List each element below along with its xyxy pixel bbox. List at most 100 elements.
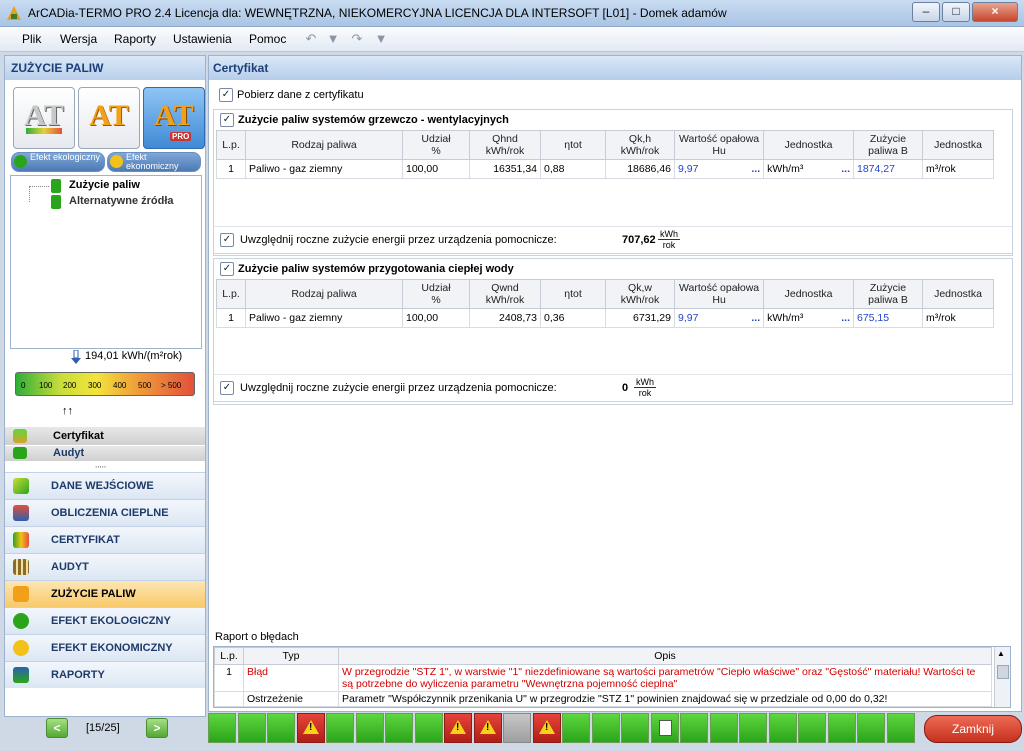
section-obliczenia-cieplne[interactable]: OBLICZENIA CIEPLNE [5,499,205,526]
module-button-2[interactable]: AT [78,87,140,149]
status-square[interactable] [739,713,767,743]
status-square[interactable] [710,713,738,743]
aux-heating-checkbox[interactable]: ✓ [220,233,234,247]
undo-dropdown-icon[interactable]: ▼ [326,32,340,46]
section-zuzycie-paliw[interactable]: ZUŻYCIE PALIW [5,580,205,607]
status-square[interactable] [238,713,266,743]
cell-jednostka-2: m³/rok [922,308,994,328]
undo-icon[interactable]: ↶ [304,32,318,46]
zamknij-button[interactable]: Zamknij [924,715,1022,743]
report-panel: L.p. Typ Opis 1 Błąd W przegrodzie "STZ … [213,646,1011,708]
section-audyt[interactable]: AUDYT [5,553,205,580]
redo-icon[interactable]: ↷ [350,32,364,46]
cell-rodzaj-paliwa[interactable]: Paliwo - gaz ziemny [245,308,403,328]
cell-wartosc-opalowa[interactable]: 9,97 [674,308,744,328]
section-certyfikat[interactable]: CERTYFIKAT [5,526,205,553]
module-button-pro[interactable]: AT PRO [143,87,205,149]
cell-zuzycie-paliwa[interactable]: 1874,27 [853,159,923,179]
fetch-certificate-checkbox[interactable]: ✓ [219,88,233,102]
status-square[interactable] [621,713,649,743]
prev-page-button[interactable]: < [46,718,68,738]
gauge-tick-200: 200 [63,381,77,390]
scroll-thumb[interactable] [997,665,1009,679]
section-raporty-label: RAPORTY [51,669,105,681]
fuel-tree: Zużycie paliw Alternatywne źródła [10,175,202,349]
gauge-tick-500: 500 [138,381,152,390]
section-efekt-ekologiczny[interactable]: EFEKT EKOLOGICZNY [5,607,205,634]
status-square[interactable] [592,713,620,743]
table-row[interactable]: 1 Błąd W przegrodzie "STZ 1", w warstwie… [214,664,992,692]
status-square[interactable] [267,713,295,743]
status-warning-square[interactable] [533,713,561,743]
cell-ntot: 0,88 [540,159,606,179]
status-square[interactable] [828,713,856,743]
section-certyfikat-small[interactable]: Certyfikat [5,427,205,445]
status-square[interactable] [798,713,826,743]
jednostka-picker-button[interactable]: ... [833,308,854,328]
maximize-button[interactable]: □ [942,2,970,22]
cell-jednostka-1: kWh/m³ [763,159,833,179]
status-warning-square[interactable] [474,713,502,743]
module-button-1[interactable]: AT [13,87,75,149]
status-square[interactable] [326,713,354,743]
cell-udzial[interactable]: 100,00 [402,159,470,179]
aux-hot-water-checkbox[interactable]: ✓ [220,381,234,395]
tree-item-alternatywne-zrodla[interactable]: Alternatywne źródła [69,195,174,207]
close-window-button[interactable]: × [972,2,1018,22]
fuel-pump-icon [51,195,61,209]
status-document-square[interactable] [651,713,679,743]
menu-plik[interactable]: Plik [22,32,41,46]
status-warning-square[interactable] [297,713,325,743]
tab-efekt-ekologiczny[interactable]: Efekt ekologiczny [11,152,105,172]
group-heating-title: Zużycie paliw systemów grzewczo - wentyl… [238,114,509,126]
menu-wersja[interactable]: Wersja [60,32,97,46]
status-square[interactable] [769,713,797,743]
wartosc-picker-button[interactable]: ... [743,159,765,179]
report-cell-typ: Ostrzeżenie [243,691,339,707]
right-panel-header: Certyfikat [209,56,1021,80]
minimize-button[interactable]: – [912,2,940,22]
scroll-up-icon[interactable]: ▲ [997,649,1005,658]
aux-heating-label: Uwzględnij roczne zużycie energii przez … [240,234,557,246]
status-square[interactable] [562,713,590,743]
section-dane-wejsciowe[interactable]: DANE WEJŚCIOWE [5,472,205,499]
status-square[interactable] [680,713,708,743]
tree-item-zuzycie-paliw[interactable]: Zużycie paliw [69,179,140,191]
report-scrollbar[interactable]: ▲ [994,647,1010,707]
wartosc-picker-button[interactable]: ... [743,308,765,328]
pro-badge: PRO [170,132,192,141]
status-square[interactable] [857,713,885,743]
status-square[interactable] [503,713,531,743]
group-heating-checkbox[interactable]: ✓ [220,113,234,127]
cell-rodzaj-paliwa[interactable]: Paliwo - gaz ziemny [245,159,403,179]
section-efekt-ekonomiczny[interactable]: EFEKT EKONOMICZNY [5,634,205,661]
section-audyt-small[interactable]: Audyt [5,446,205,461]
status-warning-square[interactable] [444,713,472,743]
cell-udzial[interactable]: 100,00 [402,308,470,328]
menu-pomoc[interactable]: Pomoc [249,32,286,46]
aux-hot-water-unit-den: rok [638,388,652,398]
status-bar [208,713,1020,747]
section-certyfikat-label: CERTYFIKAT [51,534,120,546]
group-hot-water-checkbox[interactable]: ✓ [220,262,234,276]
table-row[interactable]: 1 Paliwo - gaz ziemny 100,00 2408,73 0,3… [216,308,994,328]
jednostka-picker-button[interactable]: ... [833,159,854,179]
status-square[interactable] [208,713,236,743]
cell-wartosc-opalowa[interactable]: 9,97 [674,159,744,179]
aux-hot-water-label: Uwzględnij roczne zużycie energii przez … [240,382,557,394]
status-square[interactable] [356,713,384,743]
status-square[interactable] [887,713,915,743]
menu-ustawienia[interactable]: Ustawienia [173,32,232,46]
next-page-button[interactable]: > [146,718,168,738]
cell-zuzycie-paliwa[interactable]: 675,15 [853,308,923,328]
aux-heating-row: ✓ Uwzględnij roczne zużycie energii prze… [213,226,1013,254]
section-raporty[interactable]: RAPORTY [5,661,205,688]
table-row[interactable]: 1 Paliwo - gaz ziemny 100,00 16351,34 0,… [216,159,994,179]
menu-raporty[interactable]: Raporty [114,32,156,46]
table-row[interactable]: Ostrzeżenie Parametr "Współczynnik przen… [214,691,992,707]
status-square[interactable] [385,713,413,743]
status-square[interactable] [415,713,443,743]
splitter-grip[interactable]: ,,,,, [95,460,106,469]
tab-efekt-ekonomiczny[interactable]: Efekt ekonomiczny [107,152,201,172]
redo-dropdown-icon[interactable]: ▼ [374,32,388,46]
